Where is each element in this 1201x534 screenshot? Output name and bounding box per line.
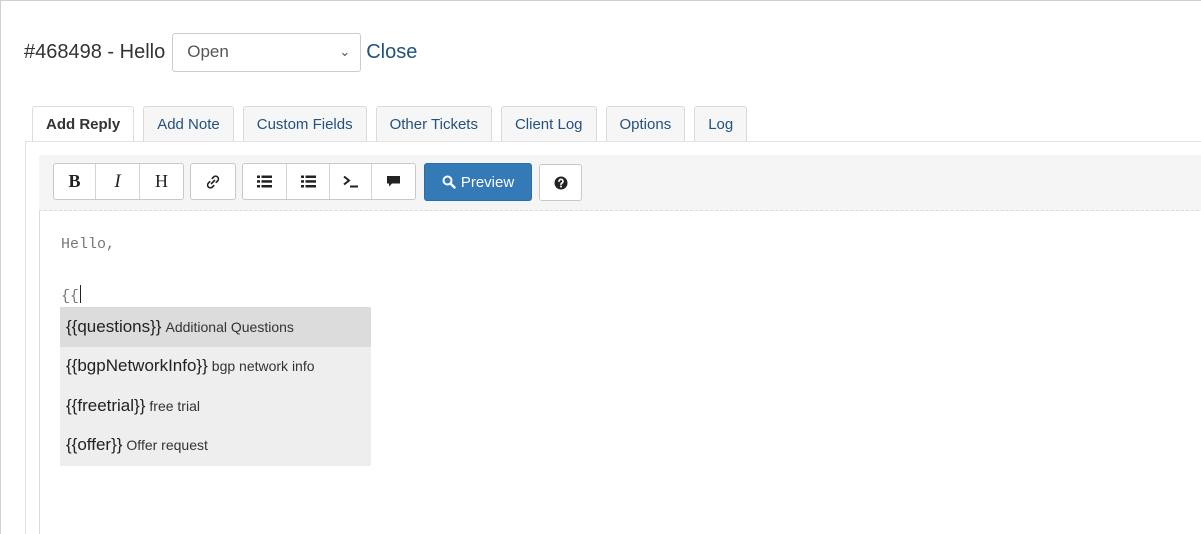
editor-line-cursor: {{ bbox=[61, 285, 82, 305]
code-button[interactable] bbox=[330, 164, 372, 199]
autocomplete-desc: Additional Questions bbox=[165, 318, 294, 335]
quote-button[interactable] bbox=[372, 164, 415, 199]
block-button-group bbox=[242, 163, 416, 200]
chevron-down-icon: ⌄ bbox=[339, 44, 351, 59]
status-select-value: Open bbox=[187, 42, 229, 61]
status-select[interactable]: Open ⌄ bbox=[172, 32, 362, 72]
autocomplete-desc: free trial bbox=[149, 397, 200, 414]
unordered-list-button[interactable] bbox=[243, 164, 287, 199]
tab-client-log[interactable]: Client Log bbox=[500, 106, 597, 141]
ticket-title: #468498 - Hello bbox=[24, 40, 166, 63]
ordered-list-icon bbox=[300, 175, 316, 188]
tab-add-note[interactable]: Add Note bbox=[143, 106, 234, 141]
autocomplete-item[interactable]: {{offer}} Offer request bbox=[60, 426, 371, 466]
text-caret bbox=[80, 285, 82, 303]
heading-button[interactable]: H bbox=[140, 164, 183, 199]
code-icon bbox=[342, 175, 358, 188]
ticket-header: #468498 - Hello Open ⌄ Close bbox=[24, 32, 417, 72]
ordered-list-button[interactable] bbox=[287, 164, 330, 199]
link-button[interactable] bbox=[191, 164, 235, 199]
autocomplete-desc: bgp network info bbox=[211, 358, 315, 375]
autocomplete-item[interactable]: {{bgpNetworkInfo}} bgp network info bbox=[60, 347, 371, 387]
autocomplete-key: {{offer}} bbox=[66, 435, 123, 455]
preview-button[interactable]: Preview bbox=[424, 163, 532, 201]
italic-button[interactable]: I bbox=[96, 164, 140, 199]
tab-options[interactable]: Options bbox=[605, 106, 686, 141]
tab-custom-fields[interactable]: Custom Fields bbox=[242, 106, 367, 141]
autocomplete-item[interactable]: {{freetrial}} free trial bbox=[60, 386, 371, 426]
link-icon bbox=[206, 174, 220, 189]
tab-log[interactable]: Log bbox=[694, 106, 748, 141]
editor-line-greeting: Hello, bbox=[61, 236, 116, 253]
editor-typed-text: {{ bbox=[61, 288, 80, 305]
autocomplete-desc: Offer request bbox=[126, 437, 208, 454]
bold-button[interactable]: B bbox=[54, 164, 96, 199]
preview-button-label: Preview bbox=[460, 173, 515, 191]
help-button[interactable] bbox=[539, 164, 582, 201]
autocomplete-key: {{questions}} bbox=[66, 316, 162, 336]
unordered-list-icon bbox=[257, 175, 272, 188]
autocomplete-key: {{freetrial}} bbox=[66, 395, 146, 415]
autocomplete-key: {{bgpNetworkInfo}} bbox=[66, 356, 208, 376]
tab-other-tickets[interactable]: Other Tickets bbox=[375, 106, 492, 141]
question-circle-icon bbox=[554, 176, 567, 189]
tab-bar: Add Reply Add Note Custom Fields Other T… bbox=[32, 106, 756, 141]
search-icon bbox=[442, 175, 456, 189]
quote-icon bbox=[387, 176, 400, 187]
link-button-group bbox=[190, 163, 236, 200]
autocomplete-item[interactable]: {{questions}} Additional Questions bbox=[60, 307, 371, 347]
autocomplete-dropdown: {{questions}} Additional Questions {{bgp… bbox=[60, 307, 371, 466]
format-button-group: B I H bbox=[53, 163, 184, 200]
close-link[interactable]: Close bbox=[366, 41, 417, 64]
tab-add-reply[interactable]: Add Reply bbox=[32, 106, 135, 141]
